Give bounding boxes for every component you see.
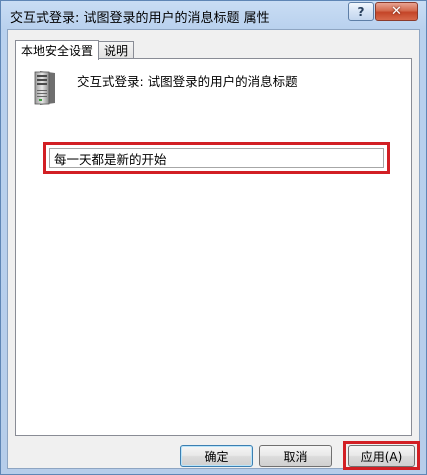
properties-dialog: 交互式登录: 试图登录的用户的消息标题 属性 ? ✕ 本地安全设置 说明 交互式… [0, 0, 427, 475]
apply-button[interactable]: 应用(A) [348, 445, 415, 467]
cancel-button[interactable]: 取消 [259, 445, 332, 467]
tab-strip: 本地安全设置 说明 [15, 39, 135, 60]
tab-panel: 交互式登录: 试图登录的用户的消息标题 [15, 58, 412, 436]
input-highlight-box [43, 142, 390, 174]
message-title-input[interactable] [49, 148, 384, 168]
help-icon: ? [357, 4, 365, 19]
window-title: 交互式登录: 试图登录的用户的消息标题 属性 [10, 11, 270, 26]
apply-highlight-box: 应用(A) [343, 441, 420, 470]
policy-name: 交互式登录: 试图登录的用户的消息标题 [77, 74, 298, 89]
close-icon: ✕ [391, 4, 402, 19]
server-icon [34, 71, 55, 105]
dialog-client-area: 本地安全设置 说明 交互式登录: 试图登录的用户的消息标题 每一天都是新的开始 … [7, 29, 420, 470]
help-button[interactable]: ? [348, 2, 374, 21]
tab-local-security-setting[interactable]: 本地安全设置 [15, 40, 100, 60]
close-button[interactable]: ✕ [375, 2, 418, 21]
tab-explain[interactable]: 说明 [98, 41, 135, 59]
title-bar[interactable]: 交互式登录: 试图登录的用户的消息标题 属性 ? ✕ [1, 1, 426, 29]
ok-button[interactable]: 确定 [180, 445, 253, 467]
